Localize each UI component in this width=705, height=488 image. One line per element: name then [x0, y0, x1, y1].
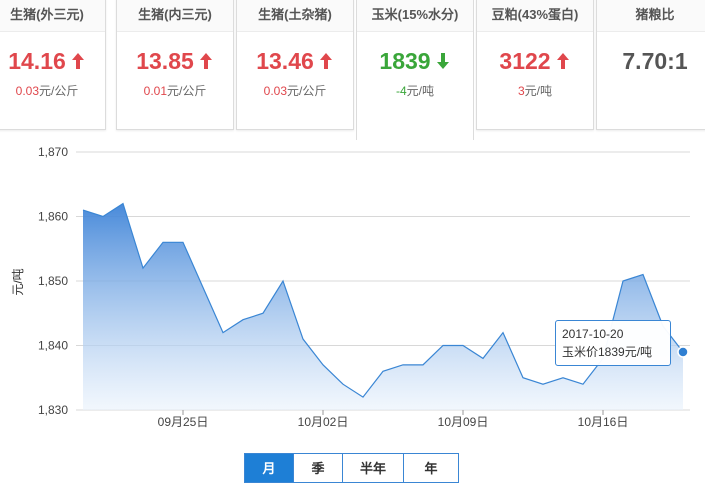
data-point[interactable] [220, 330, 226, 336]
data-point[interactable] [340, 381, 346, 387]
data-point[interactable] [260, 310, 266, 316]
card-change: 0.03元/公斤 [237, 82, 353, 99]
x-tick-labels: 09月25日 10月02日 10月09日 10月16日 [158, 410, 629, 429]
card-change: 0.03元/公斤 [0, 82, 105, 99]
card-price-value: 14.16 [8, 48, 66, 74]
data-point[interactable] [160, 239, 166, 245]
card-change: 3元/吨 [477, 82, 593, 99]
card-price: 13.46 [237, 46, 353, 76]
card-change-unit: 元/公斤 [39, 84, 79, 98]
data-point[interactable] [540, 381, 546, 387]
card-title: 豆粕(43%蛋白) [477, 0, 593, 32]
data-point[interactable] [420, 362, 426, 368]
data-point[interactable] [400, 362, 406, 368]
x-tick-label: 10月16日 [578, 415, 629, 429]
card-change-unit: 元/公斤 [287, 84, 327, 98]
y-tick-label: 1,840 [38, 339, 68, 353]
card-change: 0.01元/公斤 [117, 82, 233, 99]
card-price: 14.16 [0, 46, 105, 76]
data-point[interactable] [620, 278, 626, 284]
y-tick-label: 1,870 [38, 145, 68, 159]
card-price: 13.85 [117, 46, 233, 76]
arrow-down-icon [436, 53, 449, 69]
data-point[interactable] [280, 278, 286, 284]
data-point[interactable] [120, 201, 126, 207]
data-point[interactable] [80, 207, 86, 213]
data-point[interactable] [360, 394, 366, 400]
data-point[interactable] [200, 284, 206, 290]
card-price: 7.70:1 [597, 46, 705, 76]
card-title: 生猪(内三元) [117, 0, 233, 32]
card-change: -4元/吨 [357, 82, 473, 99]
range-selector: 月 季 半年 年 [244, 453, 459, 483]
card-change-value: -4 [395, 84, 407, 98]
tooltip-date: 2017-10-20 [562, 327, 624, 341]
data-point[interactable] [440, 343, 446, 349]
x-tick-label: 10月02日 [298, 415, 349, 429]
card-change-value: 0.03 [263, 84, 287, 98]
data-point[interactable] [580, 381, 586, 387]
arrow-up-icon [556, 53, 569, 69]
price-card[interactable]: 豆粕(43%蛋白) 3122 3元/吨 [476, 0, 594, 130]
card-change-unit: 元/公斤 [167, 84, 207, 98]
card-title: 玉米(15%水分) [357, 0, 473, 32]
x-tick-label: 09月25日 [158, 415, 209, 429]
price-card[interactable]: 猪粮比 7.70:1 [596, 0, 705, 130]
series-area-fill [83, 203, 683, 410]
x-tick-label: 10月09日 [438, 415, 489, 429]
card-change-unit: 元/吨 [524, 84, 553, 98]
y-tick-label: 1,860 [38, 210, 68, 224]
card-price-value: 13.85 [136, 48, 194, 74]
range-year-button[interactable]: 年 [403, 453, 459, 483]
data-point[interactable] [560, 375, 566, 381]
data-point[interactable] [100, 214, 106, 220]
card-price-value: 7.70:1 [622, 48, 688, 74]
data-point[interactable] [520, 375, 526, 381]
data-point[interactable] [640, 272, 646, 278]
price-card-active[interactable]: 玉米(15%水分) 1839 -4元/吨 [356, 0, 474, 140]
card-price-value: 1839 [379, 48, 431, 74]
range-halfyear-button[interactable]: 半年 [342, 453, 404, 483]
card-change-unit: 元/吨 [406, 84, 434, 98]
card-price-value: 3122 [499, 48, 551, 74]
card-title: 生猪(土杂猪) [237, 0, 353, 32]
card-price-value: 13.46 [256, 48, 314, 74]
range-quarter-button[interactable]: 季 [293, 453, 343, 483]
data-point[interactable] [320, 362, 326, 368]
data-point[interactable] [180, 239, 186, 245]
tooltip-value: 玉米价1839元/吨 [562, 345, 653, 359]
series-area [82, 202, 684, 410]
data-point[interactable] [460, 343, 466, 349]
y-tick-label: 1,850 [38, 274, 68, 288]
data-point[interactable] [300, 336, 306, 342]
data-point[interactable] [500, 330, 506, 336]
price-card[interactable]: 生猪(土杂猪) 13.46 0.03元/公斤 [236, 0, 354, 130]
data-point[interactable] [380, 368, 386, 374]
price-chart: 1,830 1,840 1,850 1,860 1,870 09月25日 10月02日 10… [0, 140, 705, 440]
arrow-up-icon [199, 53, 212, 69]
arrow-up-icon [319, 53, 332, 69]
price-chart-svg: 1,830 1,840 1,850 1,860 1,870 09月25日 10月02日 10… [11, 145, 690, 429]
range-month-button[interactable]: 月 [244, 453, 294, 483]
chart-tooltip: 2017-10-20 玉米价1839元/吨 [555, 320, 671, 366]
price-card[interactable]: 生猪(外三元) 14.16 0.03元/公斤 [0, 0, 106, 130]
price-cards: 生猪(外三元) 14.16 0.03元/公斤 生猪(内三元) 13.85 0.0… [0, 0, 705, 140]
data-point[interactable] [240, 317, 246, 323]
card-price: 3122 [477, 46, 593, 76]
y-axis-label: 元/吨 [11, 268, 25, 295]
card-change-value: 3 [517, 84, 525, 98]
arrow-up-icon [71, 53, 84, 69]
card-change-value: 0.01 [143, 84, 167, 98]
data-point[interactable] [140, 265, 146, 271]
card-title: 生猪(外三元) [0, 0, 105, 32]
highlighted-point[interactable] [677, 346, 689, 358]
y-tick-label: 1,830 [38, 403, 68, 417]
price-card[interactable]: 生猪(内三元) 13.85 0.01元/公斤 [116, 0, 234, 130]
card-change-value: 0.03 [15, 84, 39, 98]
card-price: 1839 [357, 46, 473, 76]
y-tick-labels: 1,830 1,840 1,850 1,860 1,870 [38, 145, 68, 417]
data-point[interactable] [480, 355, 486, 361]
card-title: 猪粮比 [597, 0, 705, 32]
